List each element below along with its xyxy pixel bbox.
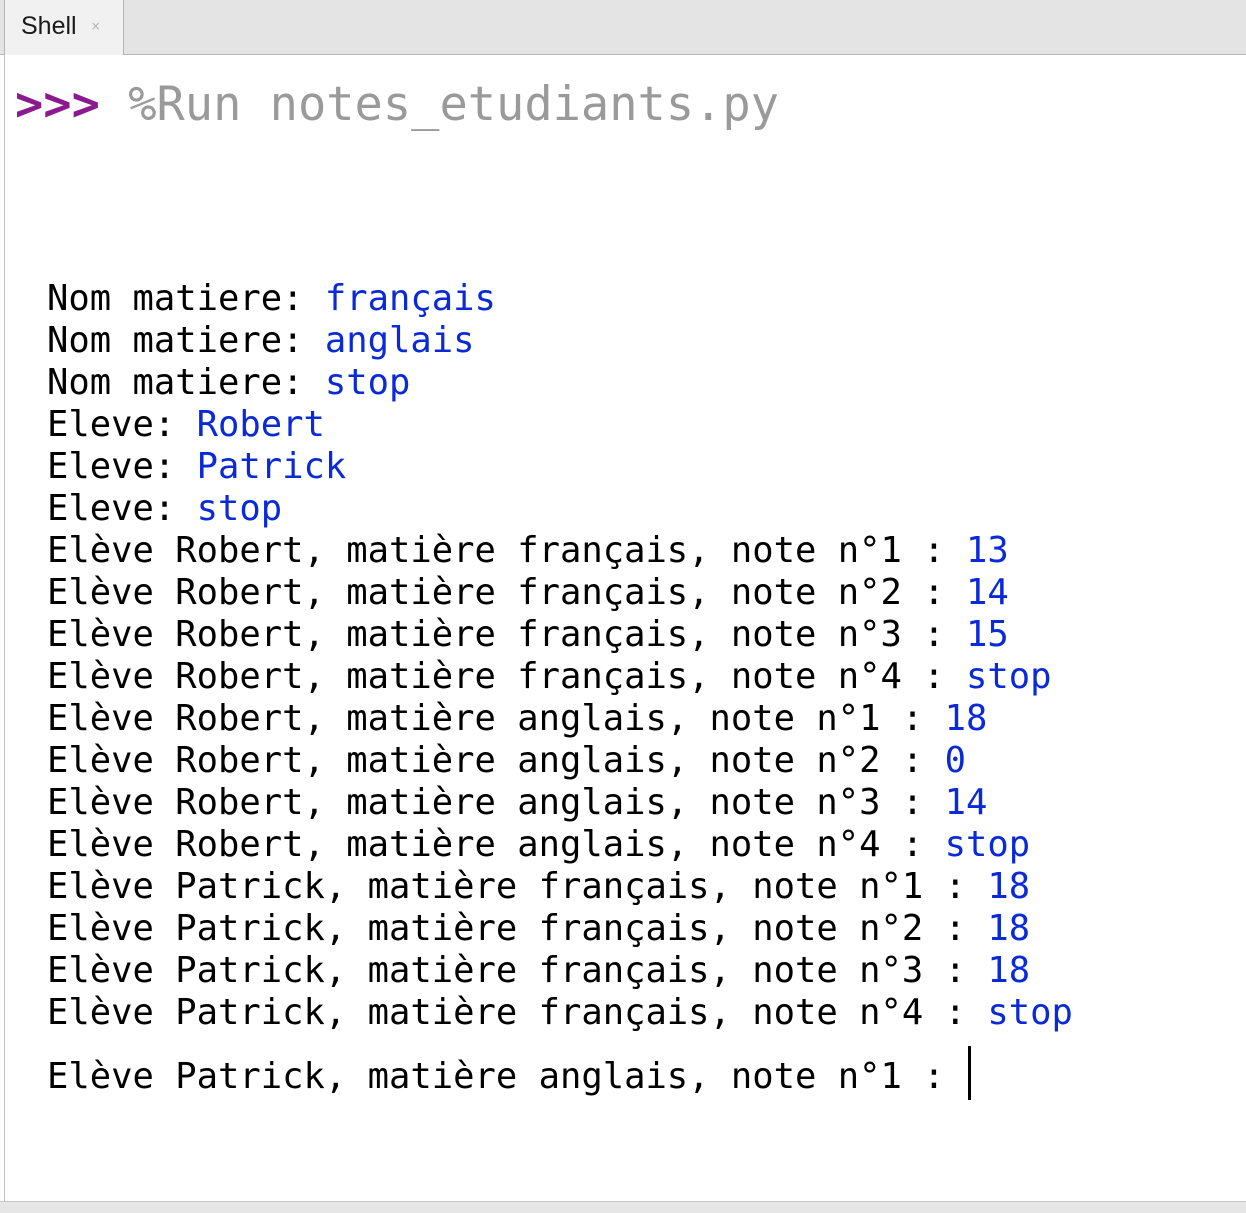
- shell-output-line: Elève Robert, matière anglais, note n°3 …: [47, 782, 1073, 824]
- shell-output-line: Elève Robert, matière français, note n°1…: [47, 530, 1073, 572]
- output-prompt-text: Elève Patrick, matière français, note n°…: [47, 992, 988, 1033]
- user-input-value: français: [324, 278, 496, 319]
- shell-output-line: Eleve: Patrick: [47, 446, 1073, 488]
- output-prompt-text: Eleve:: [47, 404, 197, 445]
- user-input-value: 18: [987, 908, 1031, 949]
- output-prompt-text: Elève Robert, matière français, note n°3…: [47, 614, 967, 655]
- shell-output-line: Nom matiere: stop: [47, 362, 1073, 404]
- shell-console[interactable]: >>> %Run notes_etudiants.py Nom matiere:…: [4, 55, 1246, 1201]
- user-input-value: 18: [987, 866, 1031, 907]
- output-prompt-text: Nom matiere:: [47, 362, 325, 403]
- close-icon[interactable]: ×: [91, 19, 101, 33]
- user-input-value: anglais: [324, 320, 475, 361]
- output-prompt-text: Eleve:: [47, 488, 197, 529]
- tab-bar: Shell ×: [0, 0, 1246, 55]
- shell-output-line: Elève Robert, matière français, note n°4…: [47, 656, 1073, 698]
- user-input-value: Robert: [196, 404, 325, 445]
- shell-output-line: Elève Robert, matière français, note n°3…: [47, 614, 1073, 656]
- run-command-line: >>> %Run notes_etudiants.py: [15, 77, 779, 133]
- output-prompt-text: Elève Robert, matière français, note n°2…: [47, 572, 967, 613]
- user-input-value: 13: [966, 530, 1009, 571]
- output-prompt-text: Eleve:: [47, 446, 197, 487]
- shell-output-line: Elève Robert, matière français, note n°2…: [47, 572, 1073, 614]
- output-prompt-text: Elève Robert, matière anglais, note n°3 …: [47, 782, 945, 823]
- output-prompt-text: Elève Robert, matière anglais, note n°4 …: [47, 824, 945, 865]
- user-input-value: 18: [987, 950, 1031, 991]
- user-input-value: 18: [944, 698, 988, 739]
- shell-output-line: Eleve: stop: [47, 488, 1073, 530]
- shell-output-line: Elève Robert, matière anglais, note n°4 …: [47, 824, 1073, 866]
- shell-output-line: Nom matiere: français: [47, 278, 1073, 320]
- output-prompt-text: Nom matiere:: [47, 278, 325, 319]
- shell-output-line: Eleve: Robert: [47, 404, 1073, 446]
- user-input-value: 14: [944, 782, 988, 823]
- shell-output-line: Elève Patrick, matière français, note n°…: [47, 950, 1073, 992]
- output-prompt-text: Nom matiere:: [47, 320, 325, 361]
- output-prompt-text: Elève Robert, matière français, note n°1…: [47, 530, 967, 571]
- run-command: %Run notes_etudiants.py: [128, 77, 780, 132]
- tab-shell-label: Shell: [21, 12, 77, 40]
- shell-output-line: Elève Robert, matière anglais, note n°2 …: [47, 740, 1073, 782]
- prompt-symbol: >>>: [15, 77, 100, 132]
- output-prompt-text: Elève Patrick, matière français, note n°…: [47, 866, 988, 907]
- shell-output-line: Elève Patrick, matière français, note n°…: [47, 866, 1073, 908]
- user-input-value: 0: [944, 740, 967, 781]
- user-input-value: Patrick: [196, 446, 347, 487]
- output-prompt-text: Elève Robert, matière français, note n°4…: [47, 656, 967, 697]
- output-prompt-text: Elève Robert, matière anglais, note n°1 …: [47, 698, 945, 739]
- user-input-value: stop: [966, 656, 1052, 697]
- thonny-shell-window: Shell × >>> %Run notes_etudiants.py Nom …: [0, 0, 1246, 1213]
- output-prompt-text: Elève Patrick, matière français, note n°…: [47, 908, 988, 949]
- current-input-line[interactable]: Elève Patrick, matière anglais, note n°1…: [47, 1046, 1073, 1100]
- shell-output-line: Elève Patrick, matière français, note n°…: [47, 992, 1073, 1034]
- shell-output-line: Elève Patrick, matière français, note n°…: [47, 908, 1073, 950]
- user-input-value: stop: [196, 488, 283, 529]
- user-input-value: 15: [966, 614, 1009, 655]
- user-input-value: stop: [987, 992, 1073, 1033]
- shell-output: Nom matiere: français Nom matiere: anglai…: [47, 152, 1073, 1100]
- bottom-status-bar: [0, 1201, 1246, 1213]
- output-prompt-text: Elève Patrick, matière anglais, note n°1…: [47, 1056, 967, 1097]
- output-prompt-text: Elève Robert, matière anglais, note n°2 …: [47, 740, 945, 781]
- user-input-value: stop: [324, 362, 411, 403]
- user-input-value: 14: [966, 572, 1009, 613]
- shell-output-line: Elève Robert, matière anglais, note n°1 …: [47, 698, 1073, 740]
- output-prompt-text: Elève Patrick, matière français, note n°…: [47, 950, 988, 991]
- tab-shell[interactable]: Shell ×: [4, 0, 124, 55]
- text-cursor: [968, 1046, 972, 1100]
- user-input-value: stop: [944, 824, 1031, 865]
- shell-output-line: Nom matiere: anglais: [47, 320, 1073, 362]
